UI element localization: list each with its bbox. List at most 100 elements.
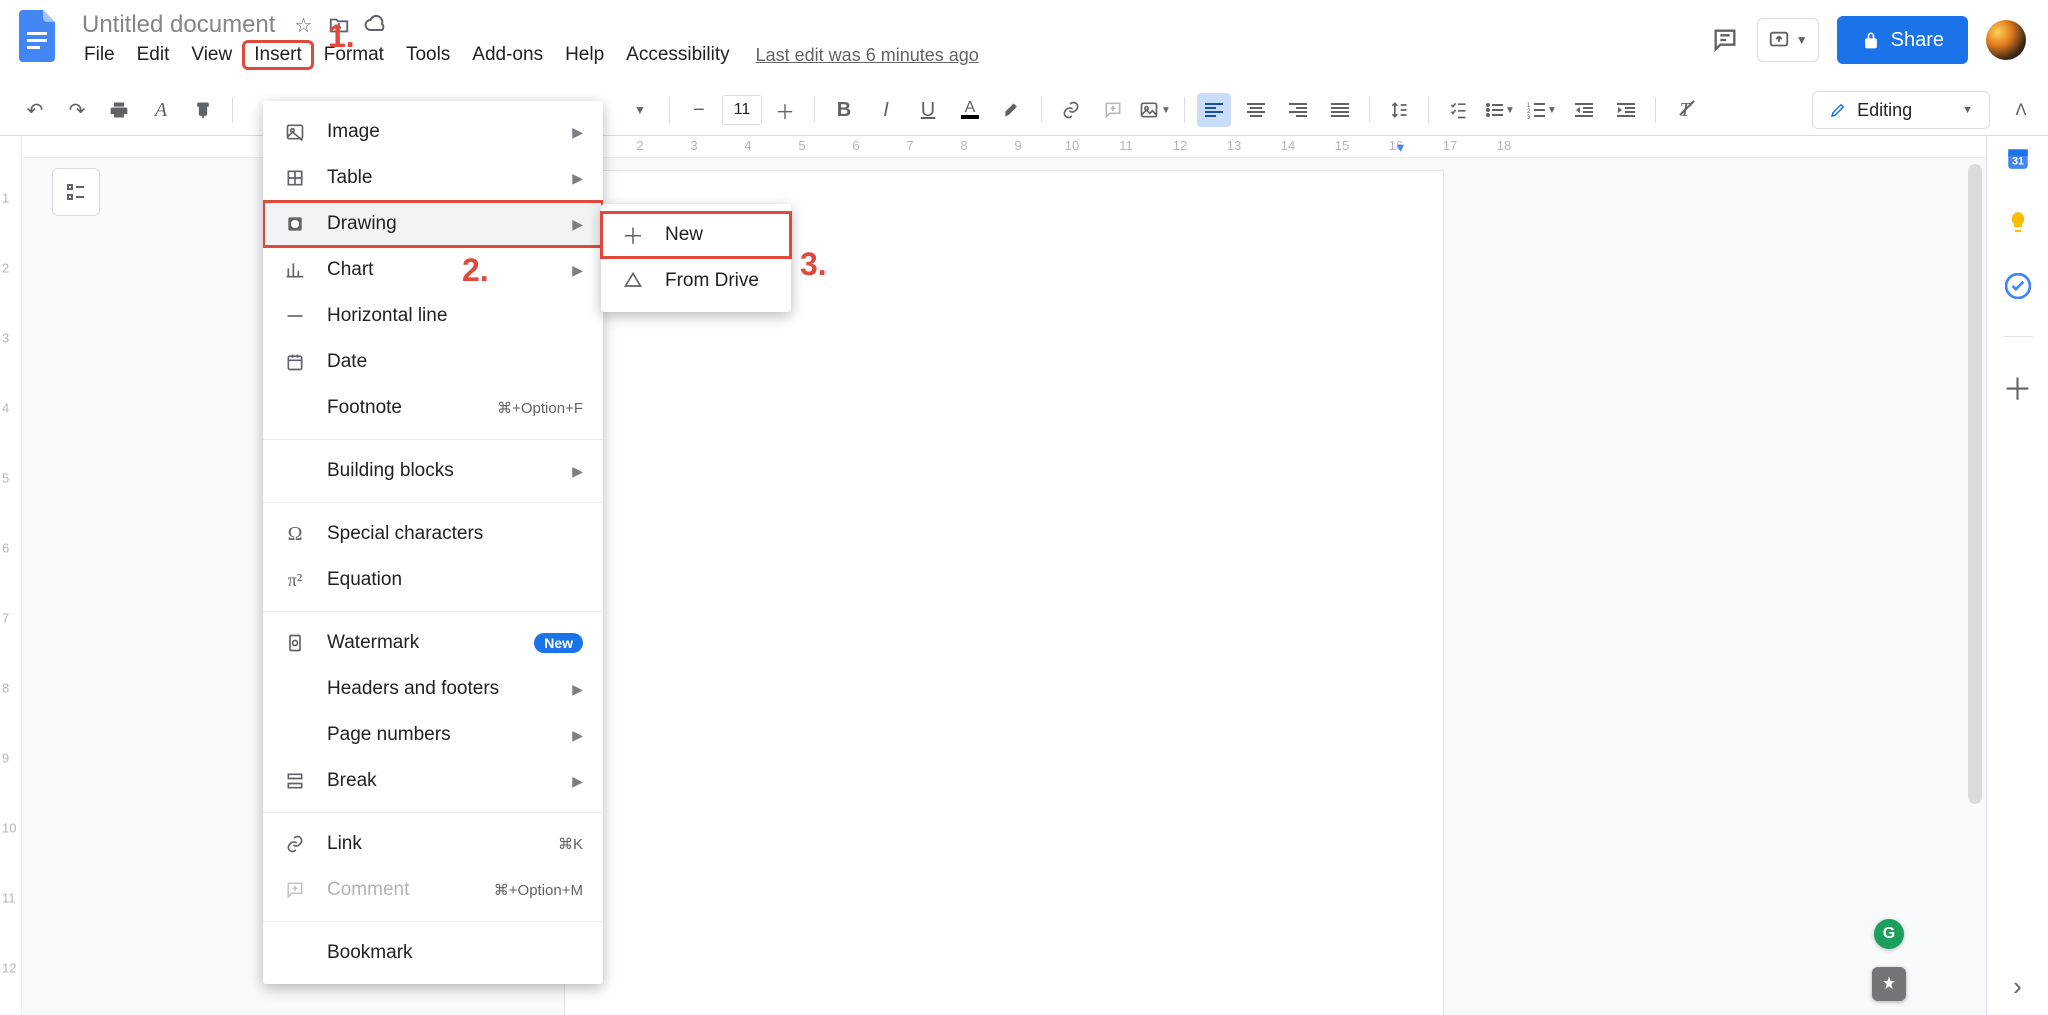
drawing-submenu-from-drive[interactable]: From Drive [601, 258, 791, 304]
undo-button[interactable]: ↶ [18, 93, 52, 127]
align-justify-button[interactable] [1323, 93, 1357, 127]
scrollbar-track[interactable] [1968, 164, 1984, 1009]
insert-menu-page-numbers[interactable]: Page numbers▶ [263, 712, 603, 758]
explore-button[interactable] [1872, 967, 1906, 1001]
grammarly-icon[interactable]: G [1874, 919, 1904, 949]
scrollbar-thumb[interactable] [1968, 164, 1982, 804]
text-color-button[interactable]: A [953, 93, 987, 127]
document-title[interactable]: Untitled document [76, 10, 281, 40]
menu-help[interactable]: Help [555, 42, 614, 68]
insert-link-button[interactable] [1054, 93, 1088, 127]
add-addon-button[interactable]: ＋ [2004, 373, 2032, 401]
insert-menu-equation[interactable]: π²Equation [263, 557, 603, 603]
sidepanel-divider [2003, 336, 2033, 337]
open-comments-button[interactable] [1711, 18, 1739, 62]
bulleted-list-button[interactable]: ▼ [1483, 93, 1517, 127]
indent-increase-button[interactable] [1609, 93, 1643, 127]
floating-buttons: G [1872, 919, 1906, 1001]
right-margin-marker[interactable]: ▾ [1397, 139, 1404, 156]
menu-view[interactable]: View [181, 42, 242, 68]
calendar-icon[interactable]: 31 [2004, 144, 2032, 172]
insert-menu-special-characters[interactable]: ΩSpecial characters [263, 511, 603, 557]
line-spacing-button[interactable] [1382, 93, 1416, 127]
vruler-tick: 12 [2, 961, 16, 976]
highlight-button[interactable] [995, 93, 1029, 127]
show-outline-button[interactable] [52, 168, 100, 216]
insert-menu-break[interactable]: Break▶ [263, 758, 603, 804]
menu-tools[interactable]: Tools [396, 42, 460, 68]
menu-shortcut: ⌘+Option+M [494, 881, 583, 899]
insert-menu-comment[interactable]: Comment ⌘+Option+M [263, 867, 603, 913]
collapse-sidepanel-button[interactable]: › [1997, 965, 2039, 1007]
insert-image-button[interactable]: ▼ [1138, 93, 1172, 127]
docs-logo[interactable] [12, 6, 62, 66]
print-button[interactable] [102, 93, 136, 127]
menu-item-label: Footnote [327, 397, 461, 419]
font-size-decrease[interactable]: − [682, 93, 716, 127]
font-dropdown-arrow[interactable]: ▼ [623, 93, 657, 127]
numbered-list-button[interactable]: 123▼ [1525, 93, 1559, 127]
hruler-tick: 13 [1227, 138, 1241, 153]
submenu-arrow-icon: ▶ [572, 681, 583, 698]
last-edit-link[interactable]: Last edit was 6 minutes ago [756, 45, 979, 66]
collapse-toolbar-button[interactable]: ᐱ [2004, 93, 2038, 127]
insert-menu-date[interactable]: Date [263, 339, 603, 385]
editing-mode-button[interactable]: Editing ▼ [1812, 91, 1990, 129]
menu-item-label: Horizontal line [327, 305, 583, 327]
vruler-tick: 3 [2, 331, 9, 346]
vruler-tick: 4 [2, 401, 9, 416]
vruler-tick: 7 [2, 611, 9, 626]
drawing-submenu-new[interactable]: ＋ New [601, 212, 791, 258]
menu-insert[interactable]: Insert [244, 42, 312, 68]
side-panel: 31 ＋ › [1986, 136, 2048, 1015]
align-right-button[interactable] [1281, 93, 1315, 127]
clear-formatting-button[interactable]: T [1668, 93, 1702, 127]
spellcheck-button[interactable]: A [144, 93, 178, 127]
tasks-icon[interactable] [2004, 272, 2032, 300]
toolbar: ↶ ↷ A [10, 93, 245, 127]
align-center-button[interactable] [1239, 93, 1273, 127]
menu-item-label: Break [327, 770, 552, 792]
share-button[interactable]: Share [1837, 16, 1968, 64]
font-size-increase[interactable]: ＋ [768, 93, 802, 127]
keep-icon[interactable] [2004, 208, 2032, 236]
insert-menu-image[interactable]: Image▶ [263, 109, 603, 155]
menu-edit[interactable]: Edit [127, 42, 180, 68]
menu-file[interactable]: File [74, 42, 125, 68]
star-icon[interactable]: ☆ [289, 11, 317, 39]
checklist-button[interactable] [1441, 93, 1475, 127]
bold-button[interactable]: B [827, 93, 861, 127]
menu-accessibility[interactable]: Accessibility [616, 42, 739, 68]
insert-menu-bookmark[interactable]: Bookmark [263, 930, 603, 976]
italic-button[interactable]: I [869, 93, 903, 127]
insert-menu-headers-and-footers[interactable]: Headers and footers▶ [263, 666, 603, 712]
menu-item-label: Chart [327, 259, 552, 281]
indent-decrease-button[interactable] [1567, 93, 1601, 127]
vertical-ruler: 1234567891011121314 [0, 136, 22, 1015]
menu-addons[interactable]: Add-ons [462, 42, 553, 68]
plus-icon: ＋ [621, 219, 645, 251]
hruler-tick: 2 [636, 138, 643, 153]
underline-button[interactable]: U [911, 93, 945, 127]
menu-item-label: New [665, 224, 703, 246]
align-left-button[interactable] [1197, 93, 1231, 127]
account-avatar[interactable] [1986, 20, 2026, 60]
insert-menu-footnote[interactable]: Footnote⌘+Option+F [263, 385, 603, 431]
vruler-tick: 10 [2, 821, 16, 836]
submenu-arrow-icon: ▶ [572, 170, 583, 187]
insert-menu-link[interactable]: Link⌘K [263, 821, 603, 867]
paint-format-button[interactable] [186, 93, 220, 127]
redo-button[interactable]: ↷ [60, 93, 94, 127]
editing-mode-label: Editing [1857, 100, 1912, 121]
present-button[interactable]: ▼ [1757, 18, 1819, 62]
insert-comment-button[interactable] [1096, 93, 1130, 127]
insert-menu-chart[interactable]: Chart▶ [263, 247, 603, 293]
insert-menu-drawing[interactable]: Drawing▶ [263, 201, 603, 247]
cloud-status-icon[interactable] [361, 11, 389, 39]
insert-menu-horizontal-line[interactable]: Horizontal line [263, 293, 603, 339]
insert-menu-watermark[interactable]: WatermarkNew [263, 620, 603, 666]
font-size-value[interactable]: 11 [722, 95, 762, 125]
menu-item-label: Comment [327, 879, 458, 901]
insert-menu-building-blocks[interactable]: Building blocks▶ [263, 448, 603, 494]
insert-menu-table[interactable]: Table▶ [263, 155, 603, 201]
